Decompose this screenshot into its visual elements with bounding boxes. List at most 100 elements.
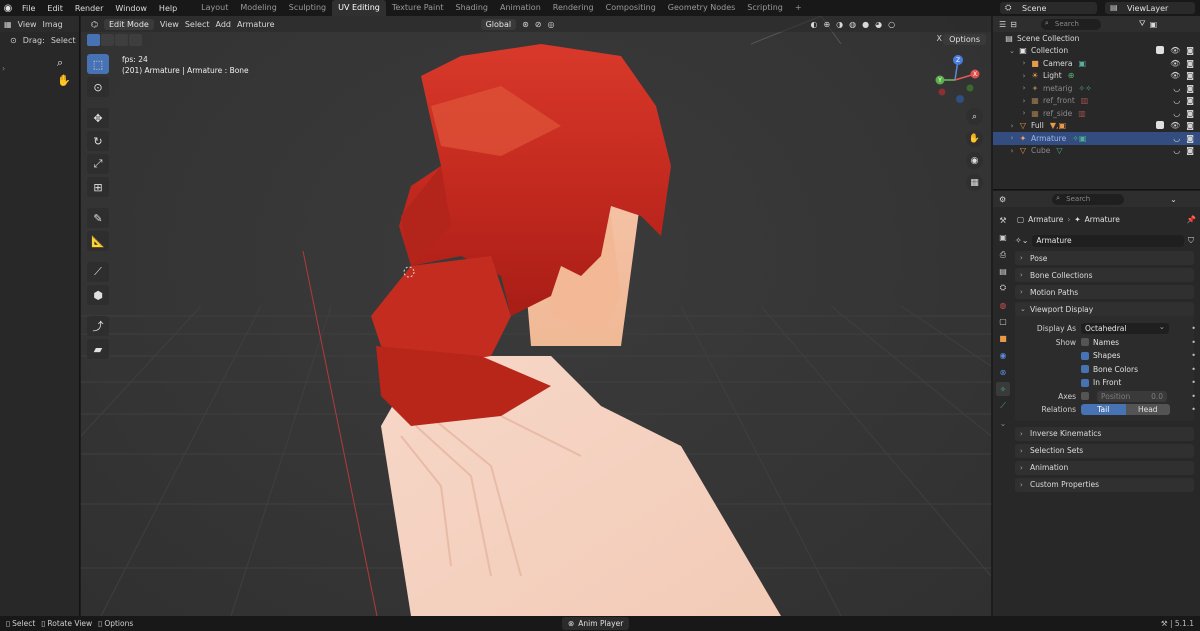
- image-data-icon[interactable]: ▥: [1081, 96, 1089, 105]
- outliner-row-metarig[interactable]: › ✦ metarig ✧✧ ◡ ◙: [993, 82, 1200, 95]
- eye-hidden-icon[interactable]: ◡: [1173, 109, 1180, 118]
- chevron-right-icon[interactable]: ›: [1019, 84, 1029, 92]
- keyframe-dot-icon[interactable]: •: [1191, 338, 1196, 347]
- pivot-icon[interactable]: ⊛: [522, 20, 529, 29]
- chevron-right-icon[interactable]: ›: [1019, 109, 1029, 117]
- 3d-viewport[interactable]: [81, 16, 991, 616]
- outliner-row-scene-collection[interactable]: ▤ Scene Collection: [993, 32, 1200, 45]
- shapes-checkbox[interactable]: Shapes: [1081, 351, 1120, 360]
- solid-shading-icon[interactable]: ●: [862, 20, 869, 29]
- gizmo-toggle-icon[interactable]: ⊕: [823, 20, 830, 29]
- camera-render-icon[interactable]: ◙: [1186, 96, 1194, 105]
- camera-render-icon[interactable]: ◙: [1186, 84, 1194, 93]
- options-dropdown[interactable]: Options: [943, 34, 986, 45]
- eye-icon[interactable]: 👁: [1170, 71, 1180, 80]
- in-front-checkbox[interactable]: In Front: [1081, 378, 1121, 387]
- pan-hand-icon[interactable]: ✋: [966, 130, 983, 147]
- material-shading-icon[interactable]: ◕: [875, 20, 882, 29]
- blender-logo-icon[interactable]: ◉: [0, 0, 16, 16]
- tab-layout[interactable]: Layout: [195, 0, 234, 16]
- object-tab-icon[interactable]: ■: [996, 332, 1010, 346]
- eye-icon[interactable]: 👁: [1170, 121, 1180, 130]
- relations-tail-button[interactable]: Tail: [1081, 404, 1126, 416]
- keyframe-dot-icon[interactable]: •: [1191, 378, 1196, 387]
- view-layer-tab-icon[interactable]: ▤: [996, 265, 1010, 279]
- chevron-right-icon[interactable]: ›: [1007, 147, 1017, 155]
- armature-data-icon[interactable]: ✧▣: [1072, 134, 1086, 143]
- viewport-select-menu[interactable]: Select: [185, 20, 210, 29]
- editor-type-icon[interactable]: ▦: [4, 20, 12, 29]
- axes-position-field[interactable]: Position 0.0: [1097, 390, 1167, 402]
- physics-tab-icon[interactable]: ◉: [996, 349, 1010, 363]
- overlay-toggle-icon[interactable]: ◑: [836, 20, 843, 29]
- tab-geometry-nodes[interactable]: Geometry Nodes: [662, 0, 741, 16]
- relations-head-button[interactable]: Head: [1125, 404, 1170, 416]
- tab-compositing[interactable]: Compositing: [600, 0, 662, 16]
- outliner-editor-type-icon[interactable]: ☰: [999, 20, 1006, 29]
- viewport-editor-type-icon[interactable]: ⌬: [91, 20, 98, 29]
- light-data-icon[interactable]: ⊕: [1068, 71, 1075, 80]
- anim-player-job[interactable]: ⊗ Anim Player: [562, 617, 630, 630]
- bone-colors-checkbox[interactable]: Bone Colors: [1081, 365, 1138, 374]
- cursor-tool-icon[interactable]: ⊙: [87, 77, 109, 97]
- keyframe-dot-icon[interactable]: •: [1191, 392, 1196, 401]
- cursor-tool-icon[interactable]: ⊙: [10, 36, 17, 45]
- camera-render-icon[interactable]: ◙: [1186, 59, 1194, 68]
- names-checkbox[interactable]: Names: [1081, 338, 1119, 347]
- properties-search-input[interactable]: Search: [1052, 193, 1125, 205]
- camera-render-icon[interactable]: ◙: [1186, 71, 1194, 80]
- snap-icon[interactable]: ⊘: [535, 20, 542, 29]
- keyframe-dot-icon[interactable]: •: [1191, 351, 1196, 360]
- fake-user-shield-icon[interactable]: ⛉: [1188, 236, 1194, 246]
- panel-bone-collections[interactable]: › Bone Collections: [1015, 268, 1194, 282]
- camera-render-icon[interactable]: ◙: [1186, 46, 1194, 55]
- viewport-armature-menu[interactable]: Armature: [237, 20, 275, 29]
- bone-tab-icon[interactable]: ⟋: [996, 399, 1010, 413]
- tab-texture-paint[interactable]: Texture Paint: [386, 0, 450, 16]
- wireframe-shading-icon[interactable]: ◍: [849, 20, 856, 29]
- tab-sculpting[interactable]: Sculpting: [283, 0, 332, 16]
- axes-checkbox[interactable]: [1081, 392, 1089, 401]
- zoom-icon[interactable]: ⌕: [57, 56, 63, 70]
- properties-editor-type-icon[interactable]: ⚙: [999, 195, 1006, 204]
- panel-animation[interactable]: › Animation: [1015, 460, 1194, 475]
- panel-custom-properties[interactable]: › Custom Properties: [1015, 477, 1194, 492]
- visibility-icon[interactable]: ◐: [810, 20, 817, 29]
- select-mode-new-icon[interactable]: [87, 34, 100, 46]
- armature-data-tab-icon[interactable]: ✧: [996, 382, 1010, 397]
- mesh-data-icon[interactable]: ▽: [1056, 146, 1062, 155]
- more-tabs-icon[interactable]: ⌄: [996, 416, 1010, 430]
- chevron-right-icon[interactable]: ›: [1007, 122, 1017, 130]
- output-tab-icon[interactable]: ⎙: [996, 248, 1010, 262]
- modifier-icon[interactable]: ▼,▣: [1050, 121, 1066, 130]
- viewport-view-menu[interactable]: View: [160, 20, 179, 29]
- camera-view-icon[interactable]: ◉: [966, 152, 983, 169]
- camera-data-icon[interactable]: ▣: [1078, 59, 1086, 68]
- render-tab-icon[interactable]: ▣: [996, 231, 1010, 245]
- move-tool-icon[interactable]: ✥: [87, 108, 109, 128]
- new-collection-icon[interactable]: ▣: [1150, 20, 1158, 29]
- collection-tab-icon[interactable]: ▢: [996, 315, 1010, 329]
- eye-icon[interactable]: 👁: [1170, 59, 1180, 68]
- chevron-right-icon[interactable]: ›: [1019, 72, 1029, 80]
- properties-options-icon[interactable]: ⌄: [1170, 195, 1177, 204]
- chevron-right-icon[interactable]: ›: [1019, 97, 1029, 105]
- armature-data-icon[interactable]: ✧⌄: [1015, 236, 1028, 245]
- display-as-dropdown[interactable]: Octahedral: [1081, 321, 1169, 335]
- exclude-checkbox[interactable]: [1156, 121, 1165, 130]
- panel-motion-paths[interactable]: › Motion Paths: [1015, 285, 1194, 299]
- outliner-row-full[interactable]: › ▽ Full ▼,▣ 👁 ◙: [993, 120, 1200, 133]
- camera-render-icon[interactable]: ◙: [1186, 109, 1194, 118]
- keyframe-dot-icon[interactable]: •: [1191, 405, 1196, 414]
- panel-inverse-kinematics[interactable]: › Inverse Kinematics: [1015, 426, 1194, 441]
- outliner-row-ref-front[interactable]: › ▦ ref_front ▥ ◡ ◙: [993, 95, 1200, 108]
- scene-tab-icon[interactable]: ⛭: [996, 281, 1010, 295]
- rotate-tool-icon[interactable]: ↻: [87, 131, 109, 151]
- image-view-menu[interactable]: View: [18, 20, 37, 29]
- select-box-tool-icon[interactable]: ⬚: [87, 54, 109, 74]
- select-mode-invert-icon[interactable]: [129, 34, 142, 46]
- chevron-right-icon[interactable]: ›: [1007, 134, 1017, 142]
- xray-toggle[interactable]: X: [937, 34, 942, 43]
- image-menu[interactable]: Imag: [43, 20, 63, 29]
- bone-size-tool-icon[interactable]: ▰: [87, 339, 109, 359]
